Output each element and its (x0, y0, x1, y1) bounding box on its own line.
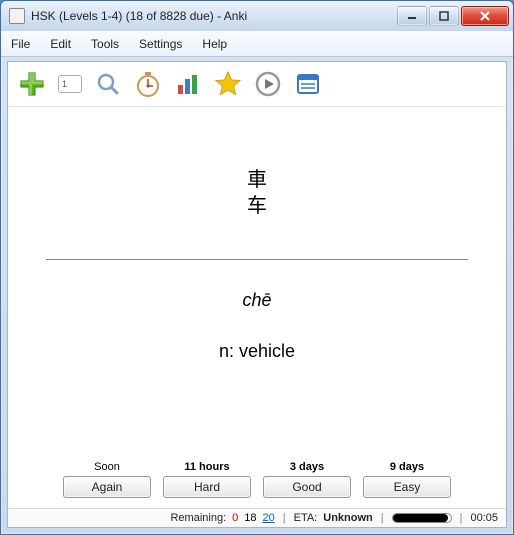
statusbar: Remaining: 0 18 20 | ETA: Unknown | | 00… (8, 508, 506, 527)
interval-hard: 11 hours (184, 461, 229, 473)
menu-file[interactable]: File (7, 34, 40, 54)
titlebar[interactable]: HSK (Levels 1-4) (18 of 8828 due) - Anki (1, 1, 513, 31)
elapsed-time: 00:05 (470, 512, 498, 524)
card-pinyin: chē (242, 290, 271, 311)
good-button[interactable]: Good (263, 476, 351, 498)
interval-good: 3 days (290, 461, 324, 473)
stats-icon[interactable] (172, 68, 204, 100)
minimize-button[interactable] (397, 6, 427, 26)
separator: | (283, 512, 286, 524)
answer-buttons: Soon Again 11 hours Hard 3 days Good 9 d… (8, 457, 506, 508)
progress-bar (392, 513, 452, 523)
star-icon[interactable] (212, 68, 244, 100)
card-counter-value: 1 (62, 79, 67, 89)
card-counter[interactable]: 1 (56, 68, 84, 100)
interval-easy: 9 days (390, 461, 424, 473)
easy-button[interactable]: Easy (363, 476, 451, 498)
interval-again: Soon (94, 461, 120, 473)
eta-label: ETA: (294, 512, 318, 524)
add-icon[interactable] (16, 68, 48, 100)
stopwatch-icon[interactable] (132, 68, 164, 100)
menubar: File Edit Tools Settings Help (1, 31, 513, 57)
layout-icon[interactable] (292, 68, 324, 100)
play-icon[interactable] (252, 68, 284, 100)
menu-settings[interactable]: Settings (129, 34, 192, 54)
separator: | (460, 512, 463, 524)
card-front: 車 车 (247, 167, 267, 219)
app-window: HSK (Levels 1-4) (18 of 8828 due) - Anki… (0, 0, 514, 535)
menu-tools[interactable]: Tools (81, 34, 129, 54)
remaining-review[interactable]: 20 (263, 512, 275, 524)
toolbar: 1 (8, 62, 506, 107)
content-area: 1 (7, 61, 507, 528)
maximize-button[interactable] (429, 6, 459, 26)
hanzi-traditional: 車 (247, 167, 267, 193)
remaining-learn: 18 (244, 512, 256, 524)
remaining-new: 0 (232, 512, 238, 524)
search-icon[interactable] (92, 68, 124, 100)
app-icon (9, 8, 25, 24)
hanzi-simplified: 车 (247, 193, 267, 219)
card-meaning: n: vehicle (219, 341, 295, 362)
again-button[interactable]: Again (63, 476, 151, 498)
remaining-label: Remaining: (170, 512, 226, 524)
hard-button[interactable]: Hard (163, 476, 251, 498)
separator: | (381, 512, 384, 524)
eta-value: Unknown (323, 512, 373, 524)
close-button[interactable] (461, 6, 509, 26)
window-title: HSK (Levels 1-4) (18 of 8828 due) - Anki (31, 9, 397, 23)
menu-edit[interactable]: Edit (40, 34, 81, 54)
menu-help[interactable]: Help (192, 34, 237, 54)
flashcard: 車 车 chē n: vehicle (8, 107, 506, 457)
card-divider (46, 259, 467, 260)
